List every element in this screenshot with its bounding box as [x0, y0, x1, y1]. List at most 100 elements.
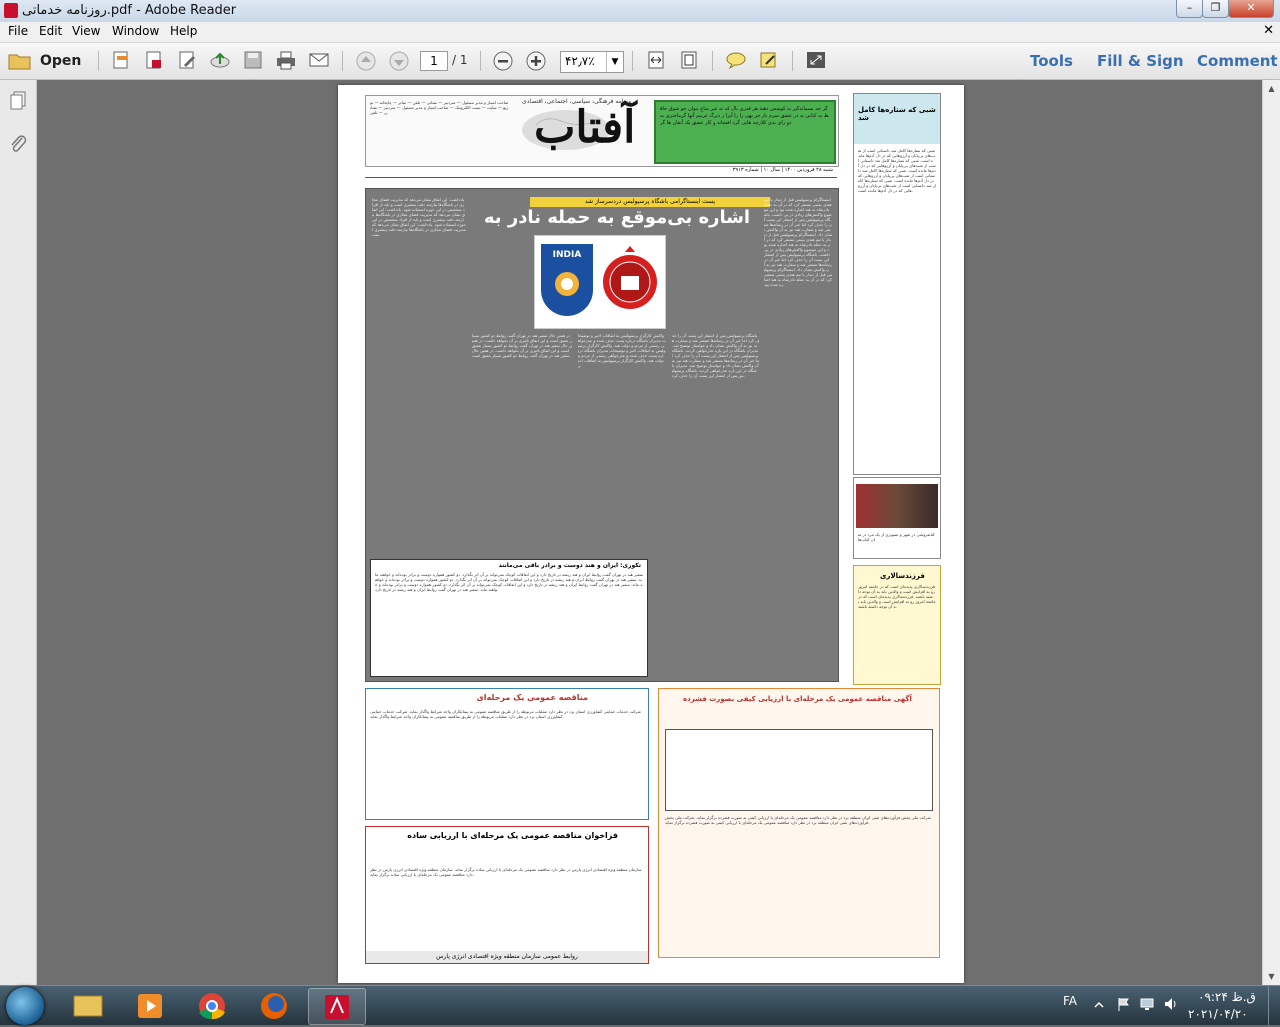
- article-image: INDIA: [534, 235, 666, 329]
- close-document-icon[interactable]: ✕: [1263, 23, 1274, 38]
- separator: [632, 51, 633, 71]
- attachments-icon[interactable]: [8, 134, 28, 154]
- tender-ad-2-table: [665, 729, 933, 811]
- menu-edit[interactable]: Edit: [39, 24, 62, 38]
- adobe-reader-icon: [4, 3, 18, 18]
- open-label: Open: [40, 53, 82, 69]
- highlight-icon[interactable]: [758, 50, 780, 70]
- article-inset-box: تکوری: ایران و هند دوست و برادر باقی می‌…: [370, 559, 648, 677]
- scroll-down-arrow[interactable]: ▼: [1263, 968, 1280, 985]
- create-pdf-icon[interactable]: [110, 50, 132, 70]
- maximize-button[interactable]: ❐: [1202, 0, 1229, 18]
- print-icon[interactable]: [275, 50, 297, 70]
- menu-file[interactable]: File: [8, 24, 28, 38]
- tender-ad-1: مناقصه عمومی یک مرحله‌ای شرکت خدمات حمای…: [365, 688, 649, 820]
- toolbar: Open 1 / 1 ۴۲٫۷٪ ▼ Tools Fill & Sign Com…: [0, 43, 1280, 80]
- sidebar-box-text: فرزندسالاری پدیده‌ای است که در جامعه امر…: [858, 584, 936, 609]
- fit-page-icon[interactable]: [678, 50, 700, 70]
- upload-cloud-icon[interactable]: [209, 50, 231, 70]
- full-screen-icon[interactable]: [805, 50, 827, 70]
- page-thumbnails-icon[interactable]: [8, 90, 28, 110]
- sidebar-box-title: فرزندسالاری: [880, 572, 925, 580]
- zoom-in-icon[interactable]: [525, 50, 547, 71]
- sidebar-yellow-box: فرزندسالاری فرزندسالاری پدیده‌ای است که …: [853, 565, 941, 685]
- publisher-info: صاحب امتیاز و مدیر مسئول — سردبیر — نشان…: [370, 100, 509, 115]
- main-article: پست اینستاگرامی باشگاه پرسپولیس دردسرساز…: [365, 188, 839, 682]
- tender-ad-3-text: سازمان منطقه ویژه اقتصادی انرژی پارس در …: [370, 867, 642, 877]
- minimize-button[interactable]: –: [1176, 0, 1203, 18]
- title-bar: روزنامه خدماتی.pdf - Adobe Reader – ❐ ✕: [0, 0, 1280, 23]
- save-icon[interactable]: [242, 50, 264, 70]
- show-desktop-button[interactable]: [1268, 986, 1280, 1025]
- separator: [98, 51, 99, 71]
- language-indicator[interactable]: FA: [1063, 994, 1077, 1008]
- show-hidden-icons-icon[interactable]: [1092, 998, 1106, 1012]
- date-line: شنبه ۲۸ فروردین ۱۴۰۰ | سال ۱۰ | شماره ۳۹…: [365, 167, 837, 178]
- vertical-scrollbar[interactable]: ▲ ▼: [1262, 80, 1280, 985]
- zoom-select[interactable]: ۴۲٫۷٪ ▼: [560, 51, 624, 73]
- page-number-input[interactable]: 1: [420, 51, 448, 71]
- sidebar-photo-caption: کتابفروشی در شهر و تصویری از یک مرد در م…: [858, 532, 935, 542]
- separator: [712, 51, 713, 71]
- chevron-down-icon[interactable]: ▼: [606, 52, 623, 72]
- sidebar-text: شبی که ستاره‌ها کامل شد داستانی است از ش…: [858, 148, 936, 193]
- sticky-note-icon[interactable]: [725, 50, 747, 70]
- article-column-2: باشگاه پرسپولیس پس از انتشار این پست آن …: [672, 333, 760, 378]
- menu-view[interactable]: View: [72, 24, 100, 38]
- tender-ad-3-footer: روابط عمومی سازمان منطقه ویژه اقتصادی ان…: [366, 951, 648, 963]
- network-icon[interactable]: [1139, 996, 1155, 1012]
- clock-time[interactable]: ق.ظ ۰۹:۲۴: [1198, 990, 1256, 1004]
- volume-icon[interactable]: [1163, 996, 1179, 1012]
- scroll-up-arrow[interactable]: ▲: [1263, 80, 1280, 97]
- adobe-reader-taskbar-icon[interactable]: [308, 988, 366, 1025]
- action-center-flag-icon[interactable]: [1115, 996, 1131, 1012]
- tender-ad-3-title: فراخوان مناقصه عمومی یک مرحله‌ای با ارزی…: [407, 831, 618, 840]
- start-button[interactable]: [6, 987, 44, 1025]
- menu-help[interactable]: Help: [170, 24, 197, 38]
- email-icon[interactable]: [308, 50, 330, 70]
- sidebar-header: شبی که ستاره‌ها کامل شد: [854, 94, 940, 144]
- edit-pdf-icon[interactable]: [176, 50, 198, 70]
- newspaper-header: صاحب امتیاز و مدیر مسئول — سردبیر — نشان…: [365, 95, 839, 167]
- sidebar-photo: [856, 484, 938, 528]
- menu-window[interactable]: Window: [112, 24, 159, 38]
- tender-ad-2-text: شرکت ملی پخش فرآورده‌های نفتی ایران منطق…: [665, 815, 931, 825]
- tools-link[interactable]: Tools: [1030, 52, 1073, 70]
- fit-width-icon[interactable]: [645, 50, 667, 70]
- zoom-out-icon[interactable]: [492, 50, 514, 71]
- menu-bar: File Edit View Window Help ✕: [0, 22, 1280, 43]
- tender-ad-1-text: شرکت خدمات حمایتی کشاورزی استان یزد در ن…: [370, 709, 641, 719]
- india-logo-text: INDIA: [552, 250, 582, 260]
- article-column-3: واکنش کارگزار پرسپولیس به اتفاقات اخیر و…: [578, 333, 666, 368]
- tender-ad-3: فراخوان مناقصه عمومی یک مرحله‌ای با ارزی…: [365, 826, 649, 964]
- file-explorer-icon[interactable]: [60, 988, 116, 1023]
- media-player-icon[interactable]: [122, 988, 178, 1023]
- separator: [480, 51, 481, 71]
- chrome-icon[interactable]: [184, 988, 240, 1023]
- sidebar-photo-box: کتابفروشی در شهر و تصویری از یک مرد در م…: [853, 477, 941, 559]
- masthead-tagline: روزنامه فرهنگی، سیاسی، اجتماعی، اقتصادی: [522, 98, 635, 105]
- tender-ad-2-title: آگهی مناقصه عمومی یک مرحله‌ای با ارزیابی…: [683, 695, 912, 703]
- green-quote-box: گر چه بسماندگیر به کوشش دهند هر قدری بال…: [654, 100, 836, 164]
- fill-sign-link[interactable]: Fill & Sign: [1097, 52, 1184, 70]
- article-column-4: در همین حال سفیر هند در تهران گفت روابط …: [472, 333, 572, 358]
- article-column-1: اینستاگرام پرسپولیس قبل از دیدار با تیم …: [764, 197, 832, 287]
- export-pdf-icon[interactable]: [143, 50, 165, 70]
- sidebar-column: شبی که ستاره‌ها کامل شد شبی که ستاره‌ها …: [853, 93, 941, 475]
- clock-date[interactable]: ۲۰۲۱/۰۴/۲۰: [1188, 1007, 1248, 1021]
- separator: [342, 51, 343, 71]
- article-column-5: یادداشت: این اتفاق نشان می‌دهد که مدیریت…: [372, 197, 466, 237]
- persepolis-logo: [601, 244, 659, 316]
- document-area[interactable]: صاحب امتیاز و مدیر مسئول — سردبیر — نشان…: [37, 80, 1262, 985]
- close-button[interactable]: ✕: [1228, 0, 1274, 18]
- firefox-icon[interactable]: [246, 988, 302, 1023]
- tender-ad-2: آگهی مناقصه عمومی یک مرحله‌ای با ارزیابی…: [658, 688, 940, 958]
- page-total: / 1: [452, 53, 468, 67]
- open-button[interactable]: Open: [8, 49, 81, 73]
- next-page-icon[interactable]: [388, 50, 410, 71]
- taskbar: FA ق.ظ ۰۹:۲۴ ۲۰۲۱/۰۴/۲۰: [0, 985, 1280, 1025]
- comment-link[interactable]: Comment: [1197, 52, 1278, 70]
- inset-box-title: تکوری: ایران و هند دوست و برادر باقی می‌…: [498, 562, 641, 569]
- zoom-value: ۴۲٫۷٪: [565, 54, 595, 68]
- previous-page-icon[interactable]: [355, 50, 377, 71]
